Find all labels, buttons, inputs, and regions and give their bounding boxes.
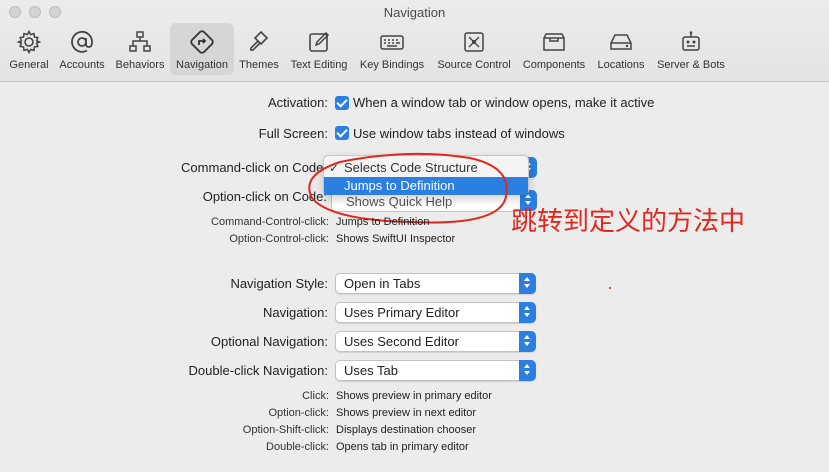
window-title: Navigation <box>383 5 446 20</box>
navigation-arrow-icon <box>190 30 214 54</box>
hierarchy-icon <box>129 31 151 52</box>
drive-icon <box>610 34 632 50</box>
source-control-icon <box>464 32 484 52</box>
popup-arrows-icon <box>519 331 536 352</box>
components-icon <box>543 33 565 51</box>
tab-source-control-label: Source Control <box>437 59 511 71</box>
popup-arrows-icon <box>519 302 536 323</box>
tab-accounts-label: Accounts <box>59 59 105 71</box>
annotation-text: 跳转到定义的方法中 <box>511 207 746 237</box>
at-sign-icon <box>71 30 93 53</box>
paintbrush-icon <box>249 30 269 52</box>
tab-general[interactable]: General <box>4 23 54 75</box>
tab-text-editing[interactable]: Text Editing <box>286 23 352 75</box>
gear-icon <box>16 29 42 55</box>
navigation-style-label: Navigation Style: <box>230 276 328 291</box>
navigation-value: Uses Primary Editor <box>344 305 460 320</box>
summary-click-label: Click: <box>302 390 329 402</box>
summary-double-click-label: Double-click: <box>266 441 329 453</box>
toolbar: Navigation General Accounts Behaviors Na… <box>0 0 829 82</box>
double-click-navigation-label: Double-click Navigation: <box>188 363 328 378</box>
activation-checkbox[interactable] <box>335 96 349 110</box>
tab-source-control[interactable]: Source Control <box>432 23 516 75</box>
full-screen-text: Use window tabs instead of windows <box>353 126 565 141</box>
tab-components-label: Components <box>522 59 586 71</box>
navigation-popup[interactable]: Uses Primary Editor <box>335 302 536 323</box>
popup-arrows-icon <box>519 360 536 381</box>
activation-text: When a window tab or window opens, make … <box>353 95 655 110</box>
tab-navigation-label: Navigation <box>176 59 228 71</box>
navigation-style-popup[interactable]: Open in Tabs <box>335 273 536 294</box>
tab-key-bindings-label: Key Bindings <box>359 59 425 71</box>
command-control-click-value: Jumps to Definition <box>336 216 430 228</box>
tab-accounts[interactable]: Accounts <box>56 23 108 75</box>
edit-icon <box>309 31 330 52</box>
tab-navigation[interactable]: Navigation <box>170 23 234 75</box>
double-click-navigation-popup[interactable]: Uses Tab <box>335 360 536 381</box>
tab-server-bots[interactable]: Server & Bots <box>652 23 730 75</box>
preferences-window: Navigation General Accounts Behaviors Na… <box>0 0 829 472</box>
optional-navigation-label: Optional Navigation: <box>210 334 328 349</box>
optional-navigation-value: Uses Second Editor <box>344 334 459 349</box>
summary-click-value: Shows preview in primary editor <box>336 390 492 402</box>
tab-key-bindings[interactable]: Key Bindings <box>356 23 428 75</box>
optional-navigation-popup[interactable]: Uses Second Editor <box>335 331 536 352</box>
tab-locations-label: Locations <box>597 59 645 71</box>
tab-components[interactable]: Components <box>518 23 590 75</box>
summary-double-click-value: Opens tab in primary editor <box>336 441 469 453</box>
annotation-dot <box>609 287 611 289</box>
navigation-label: Navigation: <box>262 305 328 320</box>
tab-text-editing-label: Text Editing <box>290 59 348 71</box>
summary-option-shift-click-label: Option-Shift-click: <box>242 424 329 436</box>
tab-general-label: General <box>9 59 49 71</box>
navigation-style-value: Open in Tabs <box>344 276 421 291</box>
keyboard-icon <box>380 35 404 50</box>
tab-themes-label: Themes <box>239 59 279 71</box>
command-control-click-label: Command-Control-click: <box>211 216 329 228</box>
summary-option-click-label: Option-click: <box>268 407 329 419</box>
activation-label: Activation: <box>268 95 328 110</box>
option-control-click-label: Option-Control-click: <box>229 233 329 245</box>
popup-arrows-icon <box>519 273 536 294</box>
double-click-navigation-value: Uses Tab <box>344 363 398 378</box>
full-screen-checkbox[interactable] <box>335 126 349 140</box>
summary-option-click-value: Shows preview in next editor <box>336 407 477 419</box>
summary-option-shift-click-value: Displays destination chooser <box>336 424 477 436</box>
tab-server-bots-label: Server & Bots <box>657 59 725 71</box>
tab-themes[interactable]: Themes <box>236 23 282 75</box>
robot-icon <box>682 31 700 51</box>
tab-behaviors[interactable]: Behaviors <box>112 23 168 75</box>
tab-behaviors-label: Behaviors <box>115 59 165 71</box>
tab-locations[interactable]: Locations <box>592 23 650 75</box>
option-control-click-value: Shows SwiftUI Inspector <box>336 233 456 245</box>
full-screen-label: Full Screen: <box>258 126 328 141</box>
